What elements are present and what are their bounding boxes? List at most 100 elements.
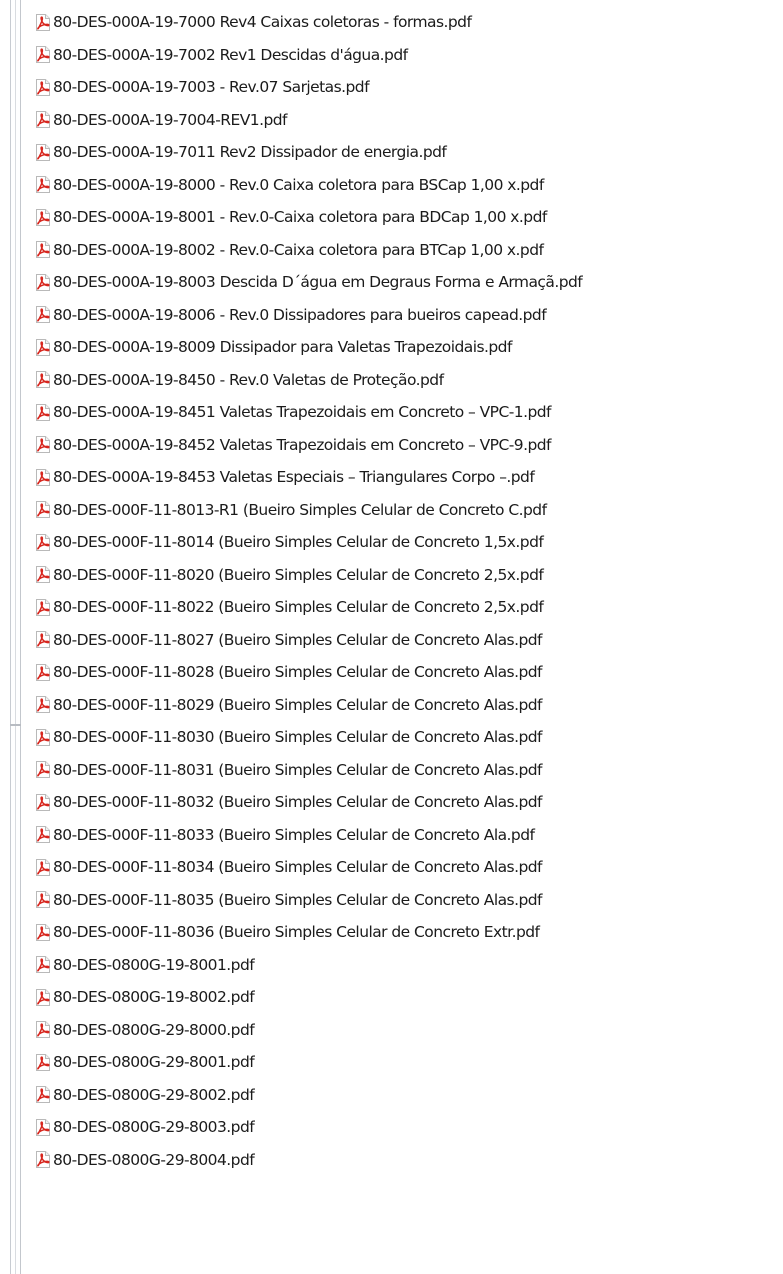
file-name-label: 80-DES-000A-19-8450 - Rev.0 Valetas de P… <box>53 370 444 389</box>
file-name-label: 80-DES-0800G-19-8001.pdf <box>53 955 255 974</box>
file-list-item[interactable]: 80-DES-000A-19-7002 Rev1 Descidas d'água… <box>35 39 582 72</box>
file-name-label: 80-DES-000F-11-8035 (Bueiro Simples Celu… <box>53 890 542 909</box>
file-list-item[interactable]: 80-DES-000F-11-8028 (Bueiro Simples Celu… <box>35 656 582 689</box>
pane-splitter[interactable] <box>0 0 21 1274</box>
file-list-item[interactable]: 80-DES-000A-19-7000 Rev4 Caixas coletora… <box>35 6 582 39</box>
file-name-label: 80-DES-000F-11-8028 (Bueiro Simples Celu… <box>53 663 542 682</box>
file-list-item[interactable]: 80-DES-000A-19-8002 - Rev.0-Caixa coleto… <box>35 234 582 267</box>
pdf-file-icon <box>36 403 50 421</box>
pdf-file-icon <box>36 566 50 584</box>
pdf-file-icon <box>36 598 50 616</box>
file-list-item[interactable]: 80-DES-0800G-29-8003.pdf <box>35 1111 582 1144</box>
file-list-item[interactable]: 80-DES-000F-11-8014 (Bueiro Simples Celu… <box>35 526 582 559</box>
file-list-item[interactable]: 80-DES-000A-19-8452 Valetas Trapezoidais… <box>35 429 582 462</box>
file-name-label: 80-DES-000A-19-7011 Rev2 Dissipador de e… <box>53 143 447 162</box>
file-name-label: 80-DES-000A-19-7002 Rev1 Descidas d'água… <box>53 45 408 64</box>
file-list-item[interactable]: 80-DES-000F-11-8032 (Bueiro Simples Celu… <box>35 786 582 819</box>
file-name-label: 80-DES-000F-11-8020 (Bueiro Simples Celu… <box>53 565 544 584</box>
file-list-item[interactable]: 80-DES-000F-11-8031 (Bueiro Simples Celu… <box>35 754 582 787</box>
file-list-item[interactable]: 80-DES-000A-19-8450 - Rev.0 Valetas de P… <box>35 364 582 397</box>
pdf-file-icon <box>36 501 50 519</box>
pdf-file-icon <box>36 696 50 714</box>
file-list-item[interactable]: 80-DES-000A-19-8001 - Rev.0-Caixa coleto… <box>35 201 582 234</box>
file-name-label: 80-DES-000F-11-8014 (Bueiro Simples Celu… <box>53 533 544 552</box>
pdf-file-icon <box>36 111 50 129</box>
file-name-label: 80-DES-0800G-29-8003.pdf <box>53 1118 255 1137</box>
file-name-label: 80-DES-000A-19-7004-REV1.pdf <box>53 110 288 129</box>
file-name-label: 80-DES-000A-19-8003 Descida D´água em De… <box>53 273 583 292</box>
pdf-file-icon <box>36 1086 50 1104</box>
file-name-label: 80-DES-000A-19-7000 Rev4 Caixas coletora… <box>53 13 472 32</box>
file-list-item[interactable]: 80-DES-000A-19-8000 - Rev.0 Caixa coleto… <box>35 169 582 202</box>
file-list-item[interactable]: 80-DES-000F-11-8013-R1 (Bueiro Simples C… <box>35 494 582 527</box>
file-list-item[interactable]: 80-DES-0800G-19-8001.pdf <box>35 949 582 982</box>
pdf-file-icon <box>36 533 50 551</box>
file-name-label: 80-DES-0800G-29-8002.pdf <box>53 1085 255 1104</box>
splitter-line <box>15 0 16 1274</box>
pdf-file-icon <box>36 728 50 746</box>
file-name-label: 80-DES-0800G-29-8001.pdf <box>53 1053 255 1072</box>
file-list-item[interactable]: 80-DES-000A-19-7004-REV1.pdf <box>35 104 582 137</box>
pdf-file-icon <box>36 306 50 324</box>
pdf-file-icon <box>36 826 50 844</box>
file-list-item[interactable]: 80-DES-000A-19-8451 Valetas Trapezoidais… <box>35 396 582 429</box>
file-name-label: 80-DES-000A-19-7003 - Rev.07 Sarjetas.pd… <box>53 78 370 97</box>
file-list-item[interactable]: 80-DES-000F-11-8036 (Bueiro Simples Celu… <box>35 916 582 949</box>
file-name-label: 80-DES-000A-19-8009 Dissipador para Vale… <box>53 338 512 357</box>
file-list-item[interactable]: 80-DES-000A-19-8003 Descida D´água em De… <box>35 266 583 299</box>
file-list-item[interactable]: 80-DES-0800G-19-8002.pdf <box>35 981 582 1014</box>
file-name-label: 80-DES-000A-19-8451 Valetas Trapezoidais… <box>53 403 552 422</box>
file-name-label: 80-DES-000F-11-8013-R1 (Bueiro Simples C… <box>53 500 547 519</box>
file-list-item[interactable]: 80-DES-000F-11-8027 (Bueiro Simples Celu… <box>35 624 582 657</box>
splitter-line <box>10 0 11 1274</box>
file-list-item[interactable]: 80-DES-000A-19-7011 Rev2 Dissipador de e… <box>35 136 582 169</box>
file-list-item[interactable]: 80-DES-000A-19-8009 Dissipador para Vale… <box>35 331 582 364</box>
pdf-file-icon <box>36 436 50 454</box>
pdf-file-icon <box>36 793 50 811</box>
file-list-item[interactable]: 80-DES-000F-11-8030 (Bueiro Simples Celu… <box>35 721 582 754</box>
file-name-label: 80-DES-000F-11-8027 (Bueiro Simples Celu… <box>53 630 542 649</box>
pdf-file-icon <box>36 176 50 194</box>
pdf-file-icon <box>36 78 50 96</box>
file-name-label: 80-DES-000A-19-8453 Valetas Especiais – … <box>53 468 535 487</box>
file-name-label: 80-DES-0800G-29-8004.pdf <box>53 1150 255 1169</box>
splitter-grip[interactable] <box>10 724 21 726</box>
file-list-item[interactable]: 80-DES-0800G-29-8000.pdf <box>35 1014 582 1047</box>
pdf-file-icon <box>36 858 50 876</box>
file-name-label: 80-DES-000F-11-8036 (Bueiro Simples Celu… <box>53 923 540 942</box>
file-name-label: 80-DES-000F-11-8032 (Bueiro Simples Celu… <box>53 793 542 812</box>
pdf-file-icon <box>36 923 50 941</box>
pdf-file-icon <box>36 891 50 909</box>
file-name-label: 80-DES-000F-11-8029 (Bueiro Simples Celu… <box>53 695 542 714</box>
file-list: 80-DES-000A-19-7000 Rev4 Caixas coletora… <box>35 6 583 1177</box>
file-list-item[interactable]: 80-DES-0800G-29-8001.pdf <box>35 1046 582 1079</box>
file-list-item[interactable]: 80-DES-000F-11-8029 (Bueiro Simples Celu… <box>35 689 582 722</box>
file-list-item[interactable]: 80-DES-000F-11-8034 (Bueiro Simples Celu… <box>35 851 582 884</box>
file-list-item[interactable]: 80-DES-000A-19-8453 Valetas Especiais – … <box>35 461 582 494</box>
pdf-file-icon <box>36 1021 50 1039</box>
pdf-file-icon <box>36 1151 50 1169</box>
pdf-file-icon <box>36 631 50 649</box>
file-list-item[interactable]: 80-DES-000F-11-8033 (Bueiro Simples Celu… <box>35 819 582 852</box>
file-list-item[interactable]: 80-DES-000A-19-7003 - Rev.07 Sarjetas.pd… <box>35 71 582 104</box>
file-list-item[interactable]: 80-DES-0800G-29-8004.pdf <box>35 1144 582 1177</box>
pdf-file-icon <box>36 241 50 259</box>
file-name-label: 80-DES-000A-19-8001 - Rev.0-Caixa coleto… <box>53 208 547 227</box>
file-name-label: 80-DES-000F-11-8034 (Bueiro Simples Celu… <box>53 858 542 877</box>
file-list-item[interactable]: 80-DES-000F-11-8035 (Bueiro Simples Celu… <box>35 884 582 917</box>
pdf-file-icon <box>36 988 50 1006</box>
pdf-file-icon <box>36 208 50 226</box>
file-name-label: 80-DES-0800G-19-8002.pdf <box>53 988 255 1007</box>
file-name-label: 80-DES-000F-11-8033 (Bueiro Simples Celu… <box>53 825 535 844</box>
file-list-item[interactable]: 80-DES-000F-11-8022 (Bueiro Simples Celu… <box>35 591 582 624</box>
file-list-item[interactable]: 80-DES-000A-19-8006 - Rev.0 Dissipadores… <box>35 299 582 332</box>
pdf-file-icon <box>36 273 50 291</box>
file-list-item[interactable]: 80-DES-0800G-29-8002.pdf <box>35 1079 582 1112</box>
pdf-file-icon <box>36 46 50 64</box>
pdf-file-icon <box>36 1053 50 1071</box>
file-list-item[interactable]: 80-DES-000F-11-8020 (Bueiro Simples Celu… <box>35 559 582 592</box>
pdf-file-icon <box>36 143 50 161</box>
pdf-file-icon <box>36 371 50 389</box>
pdf-file-icon <box>36 663 50 681</box>
file-name-label: 80-DES-000A-19-8000 - Rev.0 Caixa coleto… <box>53 175 544 194</box>
